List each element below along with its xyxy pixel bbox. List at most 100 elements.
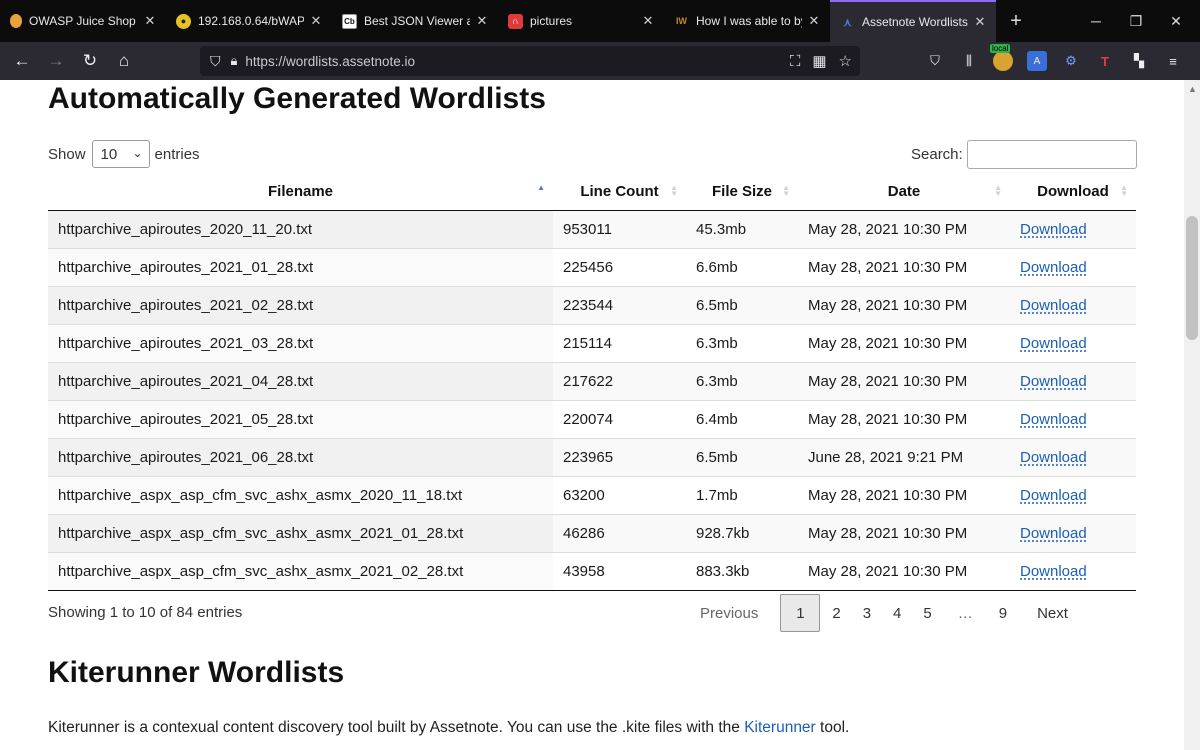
column-header-file-size[interactable]: File Size ▲ ▼ — [686, 173, 798, 211]
download-cell: Download — [1010, 323, 1136, 362]
grid-icon[interactable]: ▦ — [812, 52, 826, 70]
table-row: httparchive_apiroutes_2021_04_28.txt 217… — [48, 361, 1136, 400]
tab-assetnote-wordlists[interactable]: ⋏ Assetnote Wordlists ✕ — [830, 0, 996, 42]
kiterunner-link[interactable]: Kiterunner — [744, 719, 816, 736]
page-content: Automatically Generated Wordlists Show 1… — [0, 80, 1184, 750]
menu-icon[interactable]: ≡ — [1163, 51, 1183, 71]
close-icon[interactable]: ✕ — [142, 13, 158, 29]
column-header-date[interactable]: Date ▲ ▼ — [798, 173, 1010, 211]
download-link[interactable]: Download — [1020, 373, 1087, 390]
download-link[interactable]: Download — [1020, 259, 1087, 276]
close-icon[interactable]: ✕ — [640, 13, 656, 29]
page-button-5[interactable]: 5 — [913, 594, 941, 632]
tab-title: Assetnote Wordlists — [862, 15, 968, 29]
entries-select[interactable]: 10 ⌄ — [91, 140, 150, 168]
restore-icon[interactable]: ❐ — [1116, 0, 1156, 42]
arch-icon: ∩ — [508, 13, 523, 29]
date-cell: May 28, 2021 10:30 PM — [798, 513, 1010, 552]
tab-bwapp[interactable]: ● 192.168.0.64/bWAPP/ ✕ — [166, 0, 332, 42]
local-extension-icon[interactable]: local — [990, 44, 1013, 71]
section-title-kiterunner: Kiterunner Wordlists — [48, 656, 345, 689]
sort-icon: ▲ ▼ — [670, 183, 678, 198]
download-link[interactable]: Download — [1020, 221, 1087, 238]
file-size-cell: 6.5mb — [686, 437, 798, 476]
scroll-up-arrow-icon[interactable]: ▲ — [1188, 84, 1197, 94]
table-info: Showing 1 to 10 of 84 entries — [48, 604, 243, 621]
sort-asc-icon: ▲ — [537, 183, 545, 192]
filename-cell: httparchive_apiroutes_2020_11_20.txt — [48, 210, 553, 248]
library-icon[interactable]: ⫼ — [959, 51, 979, 71]
page-button-4[interactable]: 4 — [883, 594, 911, 632]
nav-bar: ← → ↻ ⌂ ⛉ 🔒︎ https://wordlists.assetnote… — [0, 42, 1200, 80]
tab-title: 192.168.0.64/bWAPP/ — [198, 14, 304, 28]
translate-icon[interactable]: ⛶ — [790, 53, 801, 70]
line-count-cell: 223544 — [553, 285, 686, 324]
extensions-icon[interactable]: ▚ — [1129, 51, 1149, 71]
tab-bar: OWASP Juice Shop ✕ ● 192.168.0.64/bWAPP/… — [0, 0, 1200, 42]
close-icon[interactable]: ✕ — [474, 13, 490, 29]
page-button-1[interactable]: 1 — [780, 594, 821, 632]
description-text: Kiterunner is a contexual content discov… — [48, 719, 745, 736]
table-row: httparchive_aspx_asp_cfm_svc_ashx_asmx_2… — [48, 475, 1136, 514]
translate-ext-icon[interactable]: A — [1027, 51, 1047, 71]
next-button[interactable]: Next — [1027, 594, 1078, 632]
scrollbar[interactable] — [1184, 80, 1200, 750]
tab-pictures[interactable]: ∩ pictures ✕ — [498, 0, 664, 42]
home-icon[interactable]: ⌂ — [107, 46, 141, 76]
download-cell: Download — [1010, 513, 1136, 552]
lock-icon[interactable]: 🔒︎ — [231, 53, 238, 69]
line-count-cell: 225456 — [553, 247, 686, 286]
download-link[interactable]: Download — [1020, 411, 1087, 428]
previous-button[interactable]: Previous — [690, 594, 768, 632]
minimize-icon[interactable]: ─ — [1076, 0, 1116, 42]
tab-json-viewer[interactable]: Cb Best JSON Viewer and ✕ — [332, 0, 498, 42]
filename-cell: httparchive_apiroutes_2021_01_28.txt — [48, 247, 553, 286]
new-tab-button[interactable]: + — [996, 10, 1036, 33]
date-cell: June 28, 2021 9:21 PM — [798, 437, 1010, 476]
download-link[interactable]: Download — [1020, 563, 1087, 580]
tab-how-i-bypass[interactable]: IW How I was able to byp ✕ — [664, 0, 830, 42]
entries-value: 10 — [100, 145, 118, 163]
kiterunner-description: Kiterunner is a contexual content discov… — [48, 719, 849, 737]
date-cell: May 28, 2021 10:30 PM — [798, 285, 1010, 324]
shield-icon[interactable]: ⛉ — [210, 53, 221, 70]
bookmark-star-icon[interactable]: ☆ — [839, 52, 852, 70]
download-link[interactable]: Download — [1020, 297, 1087, 314]
search-control: Search: — [911, 140, 1137, 169]
close-icon[interactable]: ✕ — [308, 13, 324, 29]
filename-cell: httparchive_apiroutes_2021_03_28.txt — [48, 323, 553, 362]
page-button-9[interactable]: 9 — [989, 594, 1017, 632]
url-text[interactable]: https://wordlists.assetnote.io — [245, 54, 415, 69]
pocket-icon[interactable]: ⛉ — [925, 51, 945, 71]
line-count-cell: 217622 — [553, 361, 686, 400]
column-header-filename[interactable]: Filename ▲ — [48, 173, 553, 211]
page-button-2[interactable]: 2 — [822, 594, 850, 632]
download-link[interactable]: Download — [1020, 487, 1087, 504]
column-header-line-count[interactable]: Line Count ▲ ▼ — [553, 173, 686, 211]
tab-juice-shop[interactable]: OWASP Juice Shop ✕ — [0, 0, 166, 42]
file-size-cell: 45.3mb — [686, 210, 798, 248]
gear-badge-icon[interactable]: ⚙ — [1061, 51, 1081, 71]
file-size-cell: 6.4mb — [686, 399, 798, 438]
pagination-ellipsis: … — [957, 604, 973, 622]
table-row: httparchive_apiroutes_2021_02_28.txt 223… — [48, 285, 1136, 324]
date-cell: May 28, 2021 10:30 PM — [798, 399, 1010, 438]
forward-icon[interactable]: → — [39, 46, 73, 76]
page-button-3[interactable]: 3 — [853, 594, 881, 632]
close-icon[interactable]: ✕ — [972, 14, 988, 30]
window-close-icon[interactable]: ✕ — [1156, 0, 1196, 42]
reload-icon[interactable]: ↻ — [73, 46, 107, 76]
assetnote-icon: ⋏ — [843, 16, 852, 29]
download-cell: Download — [1010, 551, 1136, 591]
search-input[interactable] — [966, 140, 1137, 169]
filename-cell: httparchive_aspx_asp_cfm_svc_ashx_asmx_2… — [48, 513, 553, 552]
close-icon[interactable]: ✕ — [806, 13, 822, 29]
download-link[interactable]: Download — [1020, 525, 1087, 542]
scrollbar-thumb[interactable] — [1186, 216, 1198, 340]
download-link[interactable]: Download — [1020, 335, 1087, 352]
download-link[interactable]: Download — [1020, 449, 1087, 466]
text-t-icon[interactable]: T — [1095, 51, 1115, 71]
back-icon[interactable]: ← — [5, 46, 39, 76]
url-bar[interactable]: ⛉ 🔒︎ https://wordlists.assetnote.io ⛶ ▦ … — [200, 46, 860, 76]
column-header-download[interactable]: Download ▲ ▼ — [1010, 173, 1136, 211]
